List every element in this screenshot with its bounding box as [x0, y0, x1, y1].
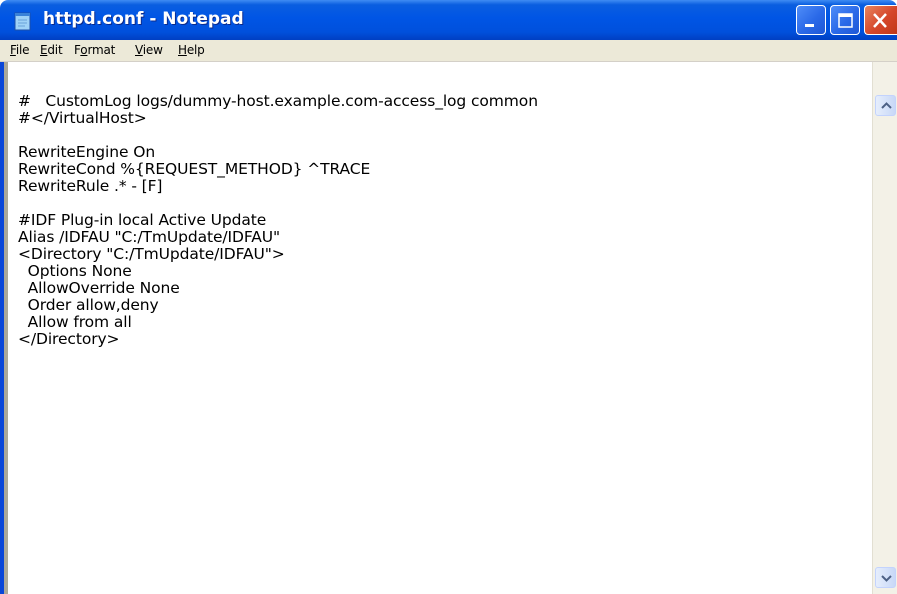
close-icon	[873, 13, 887, 28]
menu-file[interactable]: File	[10, 43, 30, 57]
editor-line-2: #</VirtualHost>	[18, 109, 147, 127]
editor-line-11: Options None	[18, 262, 132, 280]
editor-line-12: AllowOverride None	[18, 279, 180, 297]
menu-view-label: iew	[142, 43, 163, 57]
close-button[interactable]	[864, 5, 897, 35]
vertical-scrollbar[interactable]	[872, 62, 897, 594]
menu-view[interactable]: View	[135, 43, 163, 57]
notepad-window: httpd.conf - Notepad File Edit Format Vi…	[0, 0, 897, 594]
scroll-down-arrow-icon	[881, 575, 892, 582]
menu-help[interactable]: Help	[178, 43, 205, 57]
editor-line-6: RewriteRule .* - [F]	[18, 177, 163, 195]
menu-format[interactable]: Format	[74, 43, 115, 57]
scroll-up-arrow-icon	[881, 102, 892, 109]
editor-line-8: #IDF Plug-in local Active Update	[18, 211, 267, 229]
menu-format-label: rmat	[87, 43, 116, 57]
menu-file-label: ile	[15, 43, 30, 57]
editor-line-4: RewriteEngine On	[18, 143, 156, 161]
editor-line-5: RewriteCond %{REQUEST_METHOD} ^TRACE	[18, 160, 371, 178]
menu-bar: File Edit Format View Help	[0, 40, 897, 62]
editor-line-10: <Directory "C:/TmUpdate/IDFAU">	[18, 245, 285, 263]
menu-edit[interactable]: Edit	[40, 43, 63, 57]
notepad-icon[interactable]	[13, 12, 33, 31]
editor-line-9: Alias /IDFAU "C:/TmUpdate/IDFAU"	[18, 228, 281, 246]
maximize-icon	[838, 13, 853, 28]
editor-text[interactable]: # CustomLog logs/dummy-host.example.com-…	[18, 93, 868, 593]
editor-border	[4, 62, 8, 594]
editor-line-13: Order allow,deny	[18, 296, 159, 314]
title-bar[interactable]: httpd.conf - Notepad	[0, 0, 897, 40]
editor-line-15: </Directory>	[18, 330, 120, 348]
menu-view-mnemonic: V	[135, 43, 143, 57]
scroll-up-button[interactable]	[875, 95, 896, 116]
menu-help-label: elp	[186, 43, 205, 57]
menu-edit-label: dit	[47, 43, 63, 57]
maximize-button[interactable]	[830, 5, 860, 35]
editor-line-14: Allow from all	[18, 313, 132, 331]
scroll-down-button[interactable]	[875, 567, 896, 588]
menu-help-mnemonic: H	[178, 43, 187, 57]
editor-line-1: # CustomLog logs/dummy-host.example.com-…	[18, 93, 538, 110]
minimize-icon	[805, 24, 814, 27]
minimize-button[interactable]	[796, 5, 826, 35]
window-title: httpd.conf - Notepad	[43, 9, 244, 29]
